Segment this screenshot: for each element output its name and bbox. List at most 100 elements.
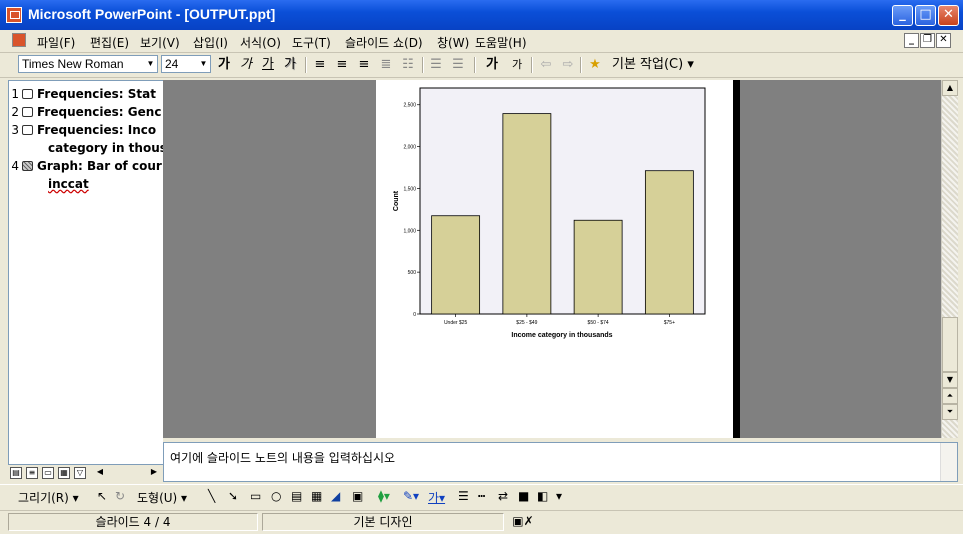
align-right-icon[interactable]: ≡ [356,56,372,74]
bold-button[interactable]: 가 [216,56,232,74]
x-tick-label: $25 - $49 [516,320,537,326]
notes-scrollbar[interactable] [940,443,957,481]
bar-chart[interactable]: 0 500 1,000 1,500 2,000 2,500 Under $25 $25 - … [376,80,733,438]
scroll-thumb[interactable] [942,317,958,372]
spell-check-icon[interactable]: ▣✗ [508,513,538,531]
italic-button[interactable]: 가 [238,56,254,74]
slide-view-icon[interactable]: ▭ [42,467,54,479]
free-rotate-icon[interactable]: ↻ [115,489,125,503]
promote-icon[interactable]: ⇦ [538,56,554,74]
line-icon[interactable]: ╲ [208,489,215,503]
menu-window[interactable]: 창(W) [437,34,469,51]
numbering-icon[interactable]: ☰ [428,56,444,74]
draw-menu-label: 그리기(R) [18,491,69,505]
select-arrow-icon[interactable]: ↖ [97,489,107,503]
outline-item-2[interactable]: 2 Frequencies: Genc [9,105,161,119]
notes-placeholder[interactable]: 여기에 슬라이드 노트의 내용을 입력하십시오 [170,449,395,466]
arrow-icon[interactable]: ➘ [228,489,238,503]
menu-insert[interactable]: 삽입(I) [193,34,228,51]
vertical-scrollbar[interactable]: ▲ ▼ ⏶ ⏷ [941,80,958,438]
shrink-font-button[interactable]: 가 [507,56,527,74]
chevron-down-icon[interactable]: ▼ [144,56,157,72]
maximize-button[interactable]: □ [915,5,936,26]
slide-sorter-icon[interactable]: ▦ [58,467,70,479]
font-size-combo[interactable]: 24 ▼ [161,55,211,73]
grow-font-button[interactable]: 가 [481,56,503,74]
slide-editing-area[interactable]: 0 500 1,000 1,500 2,000 2,500 Under $25 $25 - … [163,80,941,438]
demote-icon[interactable]: ⇨ [560,56,576,74]
previous-slide-button[interactable]: ⏶ [942,388,958,404]
line-style-icon[interactable]: ☰ [458,489,469,503]
menu-help[interactable]: 도움말(H) [475,34,527,51]
insert-clipart-icon[interactable]: ▣ [352,489,363,503]
arrow-style-icon[interactable]: ⇄ [498,489,508,503]
menu-format[interactable]: 서식(O) [240,34,281,51]
font-name-combo[interactable]: Times New Roman ▼ [18,55,158,73]
y-axis-ticks: 0 500 1,000 1,500 2,000 2,500 [403,103,420,318]
menu-file[interactable]: 파일(F) [37,34,75,51]
menu-slideshow[interactable]: 슬라이드 쇼(D) [345,34,423,51]
rectangle-icon[interactable]: ▭ [250,489,261,503]
doc-close-button[interactable]: ✕ [936,33,951,48]
scroll-down-button[interactable]: ▼ [942,372,958,388]
powerpoint-app-icon[interactable] [6,7,22,23]
toolbar-separator [305,57,307,73]
graph-slide-icon [22,161,33,171]
menu-edit[interactable]: 편집(E) [90,34,129,51]
slide-number: 4 [11,159,19,173]
y-tick-label: 500 [408,270,417,276]
normal-view-icon[interactable]: ▤ [10,467,22,479]
doc-minimize-button[interactable]: _ [904,33,919,48]
autoshapes-button[interactable]: 도형(U) ▾ [137,489,187,506]
scroll-up-button[interactable]: ▲ [942,80,958,96]
scroll-left-icon[interactable]: ◀ [94,467,106,479]
line-color-icon[interactable]: ✎▾ [403,489,419,503]
bullets-icon[interactable]: ☰ [450,56,466,74]
shadow-button[interactable]: 가 [282,56,298,74]
3d-style-icon[interactable]: ◧ [537,489,548,503]
slide-number: 3 [11,123,19,137]
slideshow-view-icon[interactable]: ▽ [74,467,86,479]
outline-item-4-continued[interactable]: inccat [48,177,89,191]
doc-restore-button[interactable]: ❐ [920,33,935,48]
oval-icon[interactable]: ○ [271,489,281,503]
justify-icon[interactable]: ≣ [378,56,394,74]
shadow-style-icon[interactable]: ■ [518,489,529,503]
notes-pane[interactable]: 여기에 슬라이드 노트의 내용을 입력하십시오 [163,442,958,482]
next-slide-button[interactable]: ⏷ [942,404,958,420]
draw-menu-button[interactable]: 그리기(R) ▾ [18,489,79,506]
bar-1 [502,113,552,315]
menu-tools[interactable]: 도구(T) [292,34,331,51]
view-buttons: ▤ ≡ ▭ ▦ ▽ ◀ ▶ [8,466,163,482]
outline-item-3[interactable]: 3 Frequencies: Inco [9,123,156,137]
align-center-icon[interactable]: ≡ [334,56,350,74]
slide-canvas[interactable]: 0 500 1,000 1,500 2,000 2,500 Under $25 $25 - … [376,80,733,438]
outline-item-3-continued[interactable]: category in thous [48,141,163,155]
close-button[interactable]: ✕ [938,5,959,26]
wordart-icon[interactable]: ◢ [331,489,340,503]
toolbar-options-icon[interactable]: ▾ [556,489,562,503]
toolbar-separator [474,57,476,73]
menu-view[interactable]: 보기(V) [140,34,180,51]
textbox-icon[interactable]: ▤ [291,489,302,503]
dash-style-icon[interactable]: ┅ [478,489,485,503]
underline-button[interactable]: 가 [260,56,276,74]
font-color-icon[interactable]: 가▾ [428,489,445,506]
distribute-icon[interactable]: ☷ [400,56,416,74]
outline-pane[interactable]: 1 Frequencies: Stat 2 Frequencies: Genc 3 F… [8,80,163,465]
design-star-icon[interactable]: ★ [587,56,603,74]
font-size-value: 24 [165,57,179,71]
window-title: Microsoft PowerPoint - [OUTPUT.ppt] [28,6,276,22]
slide-icon [22,89,33,99]
task-pane-button[interactable]: 기본 작업(C) ▾ [612,56,707,74]
scroll-right-icon[interactable]: ▶ [148,467,160,479]
outline-view-icon[interactable]: ≡ [26,467,38,479]
insert-chart-icon[interactable]: ▦ [311,489,322,503]
outline-item-1[interactable]: 1 Frequencies: Stat [9,87,156,101]
chevron-down-icon[interactable]: ▼ [197,56,210,72]
align-left-icon[interactable]: ≡ [312,56,328,74]
outline-item-4[interactable]: 4 Graph: Bar of cour [9,159,161,173]
fill-color-icon[interactable]: ⧫▾ [378,489,390,503]
document-icon[interactable] [12,33,26,47]
minimize-button[interactable]: _ [892,5,913,26]
